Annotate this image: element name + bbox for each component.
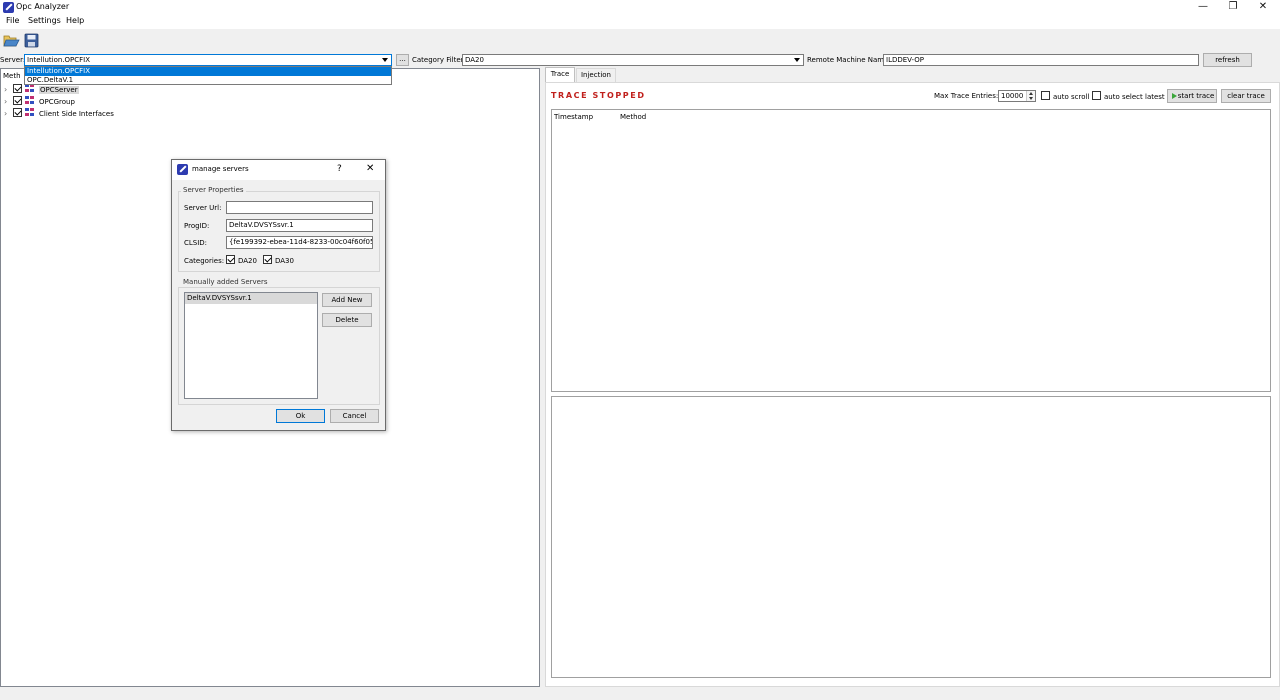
method-column-header: Meth: [3, 72, 21, 80]
auto-scroll-label: auto scroll: [1053, 93, 1090, 101]
server-option-deltav[interactable]: OPC.DeltaV.1: [25, 76, 391, 85]
window-title: Opc Analyzer: [16, 2, 70, 11]
tree-item-checkbox[interactable]: [13, 96, 22, 105]
remote-machine-label: Remote Machine Name:: [807, 56, 891, 64]
category-da20-label: DA20: [238, 257, 257, 265]
server-url-label: Server Url:: [184, 204, 222, 212]
tree-item-label: OPCServer: [39, 86, 79, 94]
dialog-title-bar: manage servers ? ✕: [172, 160, 385, 180]
max-trace-entries-label: Max Trace Entries:: [934, 92, 999, 100]
tab-trace[interactable]: Trace: [545, 67, 575, 82]
category-filter-label: Category Filter:: [412, 56, 466, 64]
save-icon[interactable]: [24, 33, 41, 48]
auto-select-latest-label: auto select latest: [1104, 93, 1165, 101]
app-logo-icon: [177, 164, 188, 175]
trace-table[interactable]: [551, 109, 1271, 392]
app-logo-icon: [3, 2, 14, 13]
trace-status-label: TRACE STOPPED: [551, 91, 646, 100]
clear-trace-button[interactable]: clear trace: [1221, 89, 1271, 103]
category-da20-option[interactable]: DA20: [226, 255, 257, 266]
category-da30-label: DA30: [275, 257, 294, 265]
play-icon: [1172, 93, 1177, 99]
tree-item-checkbox[interactable]: [13, 84, 22, 93]
clsid-label: CLSID:: [184, 239, 208, 247]
server-option-intellution[interactable]: Intellution.OPCFIX: [25, 67, 391, 76]
restore-icon[interactable]: ❐: [1218, 0, 1248, 15]
category-da30-option[interactable]: DA30: [263, 255, 294, 266]
tree-item-opcserver[interactable]: › OPCServer: [4, 84, 79, 96]
tree-item-label: Client Side Interfaces: [39, 110, 114, 118]
server-combobox-value: Intellution.OPCFIX: [27, 56, 91, 64]
column-header-method[interactable]: Method: [620, 112, 646, 122]
open-folder-icon[interactable]: [3, 33, 20, 48]
interface-node-icon: [25, 108, 36, 117]
manual-servers-list[interactable]: DeltaV.DVSYSsvr.1: [184, 292, 318, 399]
tab-injection[interactable]: Injection: [576, 68, 616, 82]
chevron-right-icon[interactable]: ›: [4, 96, 13, 108]
delete-server-button[interactable]: Delete: [322, 313, 372, 327]
start-trace-label: start trace: [1177, 92, 1215, 100]
interface-node-icon: [25, 84, 36, 93]
category-da30-checkbox[interactable]: [263, 255, 272, 264]
minimize-icon[interactable]: —: [1188, 0, 1218, 15]
categories-label: Categories:: [184, 257, 225, 265]
auto-scroll-checkbox[interactable]: [1041, 91, 1050, 100]
server-properties-caption: Server Properties: [181, 186, 246, 195]
manage-servers-dialog: manage servers ? ✕ Server Properties Ser…: [171, 159, 386, 431]
start-trace-button[interactable]: start trace: [1167, 89, 1217, 103]
progid-label: ProgID:: [184, 222, 210, 230]
menu-settings[interactable]: Settings: [28, 16, 61, 25]
manual-servers-caption: Manually added Servers: [181, 278, 270, 287]
menu-file[interactable]: File: [6, 16, 19, 25]
title-bar: Opc Analyzer — ❐ ✕: [0, 0, 1280, 15]
close-icon[interactable]: ✕: [1248, 0, 1278, 15]
browse-server-button[interactable]: ...: [396, 54, 409, 66]
chevron-right-icon[interactable]: ›: [4, 84, 13, 96]
menu-help[interactable]: Help: [66, 16, 84, 25]
category-filter-combobox[interactable]: DA20: [462, 54, 804, 66]
server-label: Server:: [0, 56, 26, 64]
category-da20-checkbox[interactable]: [226, 255, 235, 264]
chevron-down-icon: [794, 58, 800, 62]
list-item[interactable]: DeltaV.DVSYSsvr.1: [185, 293, 317, 304]
menu-bar: File Settings Help: [0, 15, 1280, 29]
max-trace-entries-spinbox[interactable]: 10000: [998, 90, 1036, 102]
ok-button[interactable]: Ok: [276, 409, 325, 423]
interface-node-icon: [25, 96, 36, 105]
tree-item-checkbox[interactable]: [13, 108, 22, 117]
server-combobox[interactable]: Intellution.OPCFIX: [24, 54, 392, 66]
tree-item-label: OPCGroup: [39, 98, 75, 106]
auto-select-latest-checkbox[interactable]: [1092, 91, 1101, 100]
trace-detail-pane[interactable]: [551, 396, 1271, 678]
add-new-server-button[interactable]: Add New: [322, 293, 372, 307]
chevron-down-icon: [382, 58, 388, 62]
server-dropdown-list: Intellution.OPCFIX OPC.DeltaV.1: [24, 66, 392, 85]
tree-item-opcgroup[interactable]: › OPCGroup: [4, 96, 75, 108]
progid-input[interactable]: DeltaV.DVSYSsvr.1: [226, 219, 373, 232]
help-icon[interactable]: ?: [337, 164, 342, 174]
tree-item-client-side-interfaces[interactable]: › Client Side Interfaces: [4, 108, 114, 120]
server-url-input[interactable]: [226, 201, 373, 214]
dialog-title: manage servers: [192, 165, 249, 173]
cancel-button[interactable]: Cancel: [330, 409, 379, 423]
auto-select-latest-option[interactable]: auto select latest: [1092, 91, 1165, 102]
remote-machine-input[interactable]: ILDDEV-OP: [883, 54, 1199, 66]
category-filter-value: DA20: [465, 56, 484, 64]
close-icon[interactable]: ✕: [366, 163, 374, 174]
auto-scroll-option[interactable]: auto scroll: [1041, 91, 1089, 102]
remote-machine-value: ILDDEV-OP: [886, 56, 924, 64]
toolbar: [0, 29, 1280, 52]
chevron-right-icon[interactable]: ›: [4, 108, 13, 120]
max-trace-entries-value: 10000: [1001, 92, 1024, 100]
column-header-timestamp[interactable]: Timestamp: [554, 112, 593, 122]
refresh-button[interactable]: refresh: [1203, 53, 1252, 67]
spin-updown-icon[interactable]: [1026, 91, 1035, 101]
clsid-input[interactable]: {fe199392-ebea-11d4-8233-00c04f60f056}: [226, 236, 373, 249]
